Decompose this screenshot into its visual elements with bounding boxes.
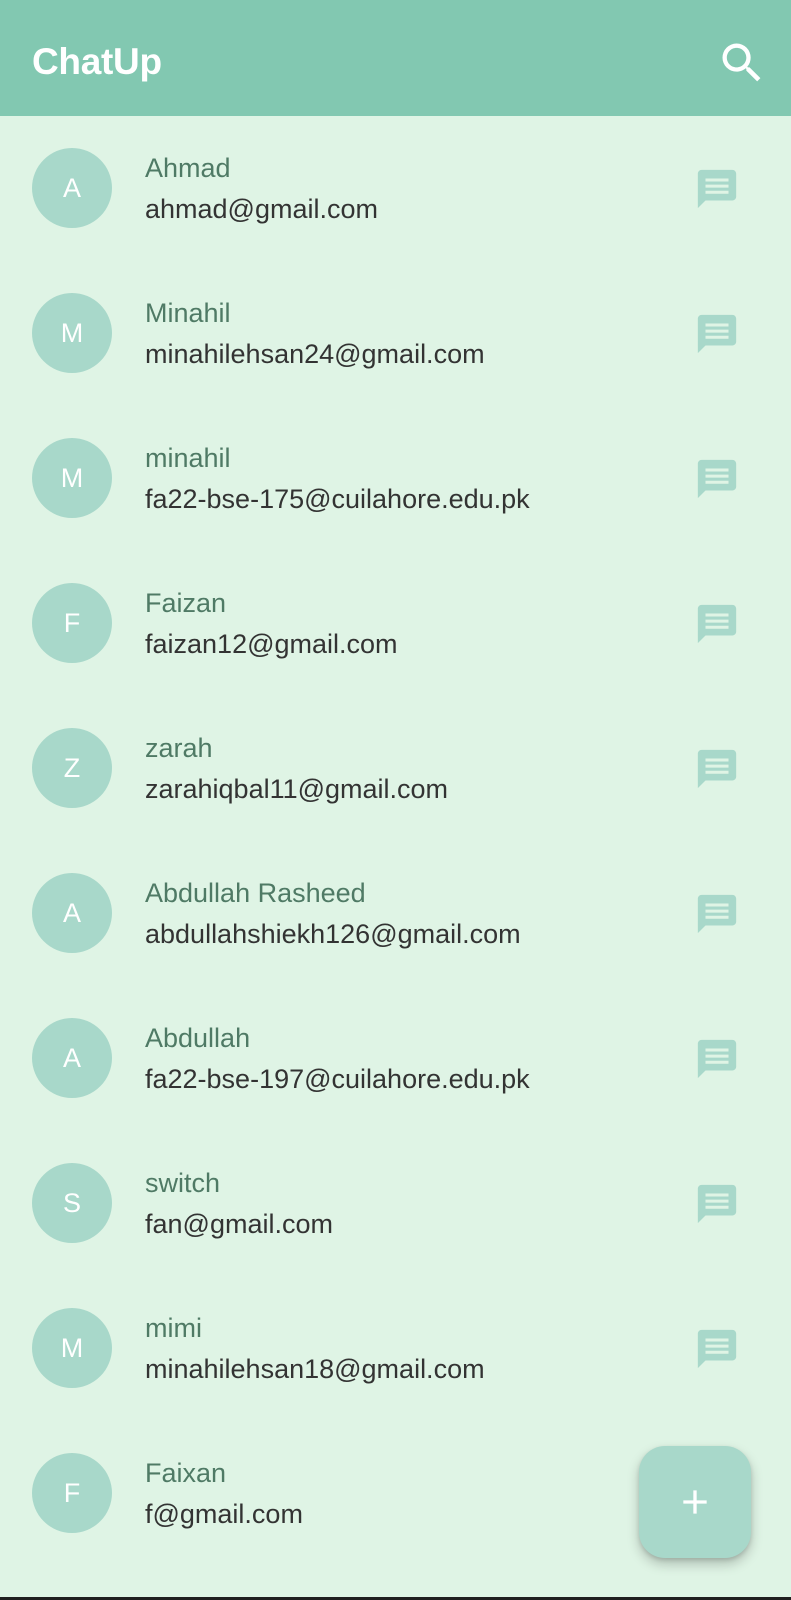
contact-row[interactable]: A Ahmad ahmad@gmail.com [0, 116, 791, 261]
message-icon[interactable] [694, 891, 740, 937]
search-button[interactable] [716, 37, 768, 89]
contact-email: ahmad@gmail.com [145, 194, 378, 224]
contact-name: mimi [145, 1313, 202, 1343]
contact-name: minahil [145, 443, 231, 473]
plus-icon [675, 1482, 715, 1522]
avatar: A [32, 148, 112, 228]
contact-name: Faixan [145, 1458, 227, 1488]
contact-row[interactable]: M mimi minahilehsan18@gmail.com [0, 1276, 791, 1421]
contact-row[interactable]: M minahil fa22-bse-175@cuilahore.edu.pk [0, 406, 791, 551]
message-icon[interactable] [694, 1326, 740, 1372]
message-icon[interactable] [694, 1036, 740, 1082]
message-icon[interactable] [694, 1181, 740, 1227]
contact-email: fan@gmail.com [145, 1209, 333, 1239]
avatar: Z [32, 728, 112, 808]
message-icon[interactable] [694, 456, 740, 502]
avatar: F [32, 1453, 112, 1533]
contact-name: switch [145, 1168, 221, 1198]
contact-email: minahilehsan24@gmail.com [145, 339, 485, 369]
contact-row[interactable]: M Minahil minahilehsan24@gmail.com [0, 261, 791, 406]
contact-email: fa22-bse-175@cuilahore.edu.pk [145, 484, 530, 514]
contact-list: A Ahmad ahmad@gmail.com M Minahil minahi… [0, 116, 791, 1566]
contact-name: Abdullah Rasheed [145, 878, 366, 908]
contact-row[interactable]: A Abdullah fa22-bse-197@cuilahore.edu.pk [0, 986, 791, 1131]
avatar: S [32, 1163, 112, 1243]
avatar: M [32, 1308, 112, 1388]
message-icon[interactable] [694, 311, 740, 357]
contact-email: faizan12@gmail.com [145, 629, 398, 659]
contact-row[interactable]: F Faizan faizan12@gmail.com [0, 551, 791, 696]
contact-row[interactable]: A Abdullah Rasheed abdullahshiekh126@gma… [0, 841, 791, 986]
search-icon[interactable] [716, 37, 768, 89]
contact-name: Ahmad [145, 153, 231, 183]
contact-name: zarah [145, 733, 213, 763]
contact-name: Abdullah [145, 1023, 251, 1053]
message-icon[interactable] [694, 601, 740, 647]
avatar: F [32, 583, 112, 663]
avatar: A [32, 1018, 112, 1098]
contact-email: fa22-bse-197@cuilahore.edu.pk [145, 1064, 530, 1094]
contact-email: abdullahshiekh126@gmail.com [145, 919, 521, 949]
contact-email: zarahiqbal11@gmail.com [145, 774, 449, 804]
message-icon[interactable] [694, 746, 740, 792]
contact-row[interactable]: Z zarah zarahiqbal11@gmail.com [0, 696, 791, 841]
avatar: M [32, 293, 112, 373]
app-bar: ChatUp [0, 0, 791, 116]
avatar: A [32, 873, 112, 953]
contact-row[interactable]: S switch fan@gmail.com [0, 1131, 791, 1276]
contact-name: Minahil [145, 298, 231, 328]
add-contact-button[interactable] [639, 1446, 751, 1558]
contact-email: f@gmail.com [145, 1499, 303, 1529]
avatar: M [32, 438, 112, 518]
message-icon[interactable] [694, 166, 740, 212]
contact-email: minahilehsan18@gmail.com [145, 1354, 485, 1384]
contact-name: Faizan [145, 588, 227, 618]
app-title: ChatUp [32, 41, 162, 82]
